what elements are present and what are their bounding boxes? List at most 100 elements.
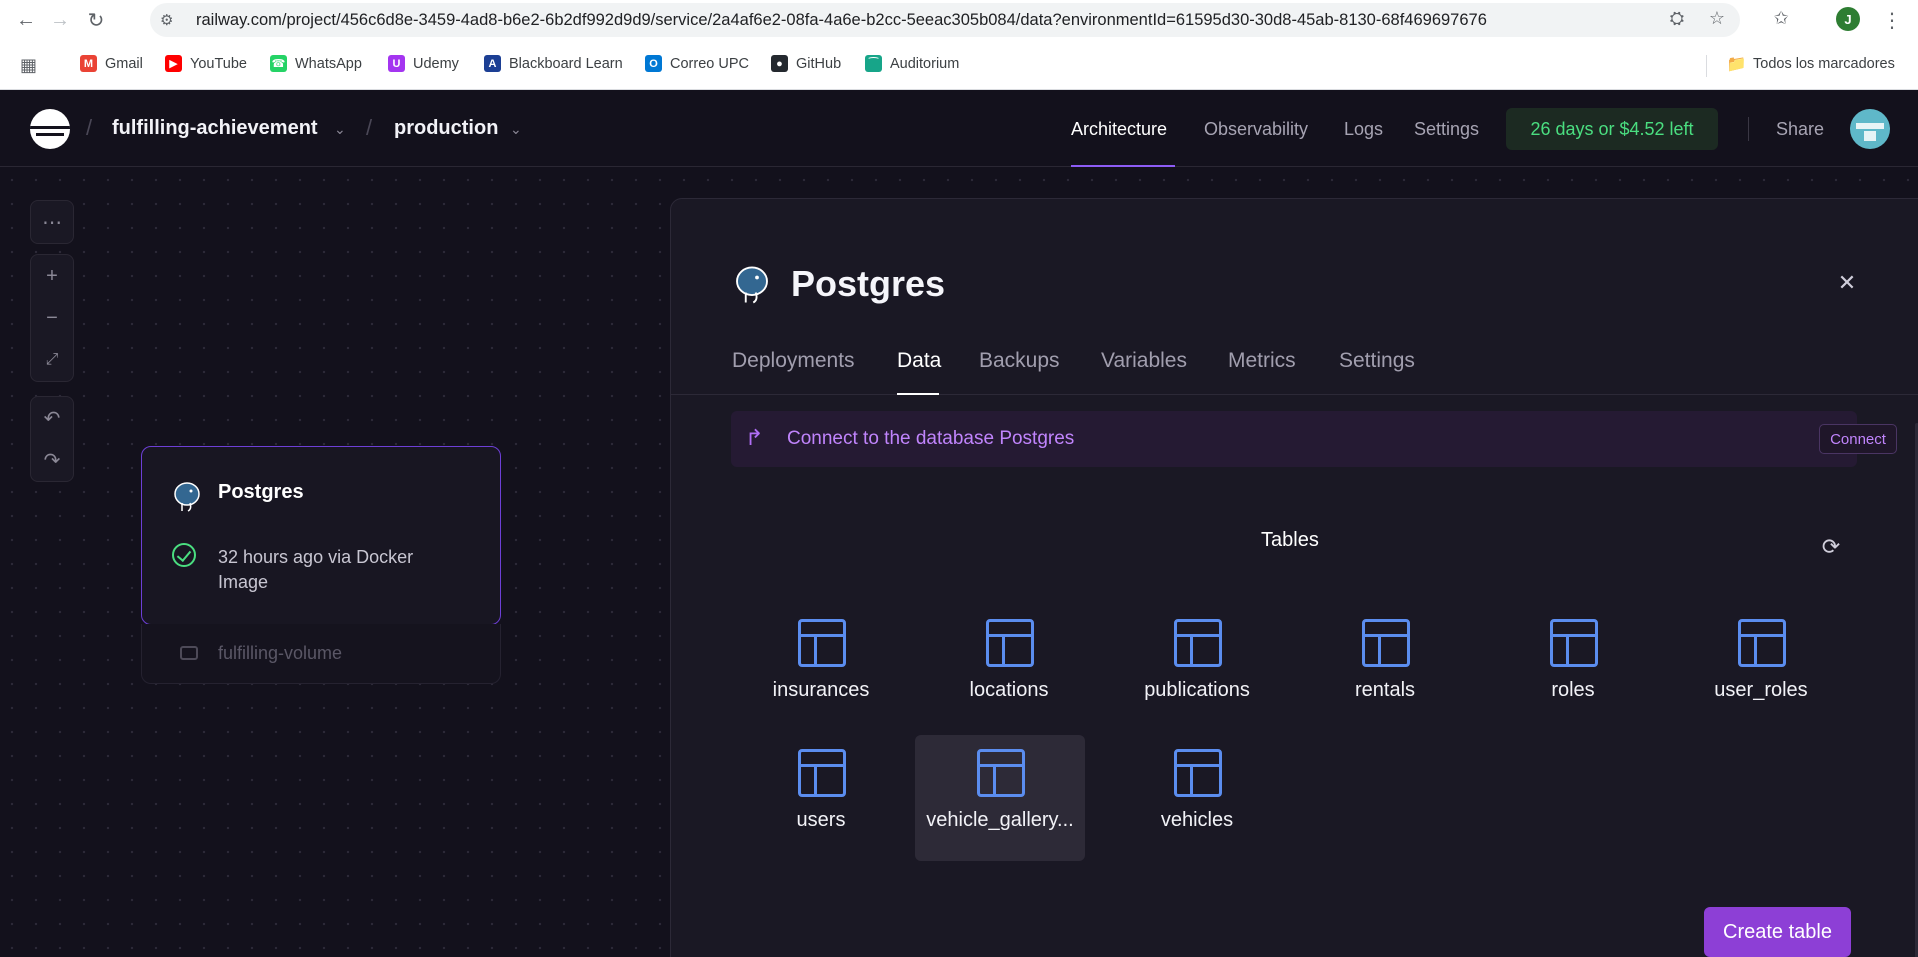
active-nav-indicator <box>1071 165 1175 167</box>
blackboard-icon: A <box>484 55 501 72</box>
chevron-down-icon[interactable]: ⌄ <box>510 121 522 138</box>
share-button[interactable]: Share <box>1776 119 1824 140</box>
table-item-publications[interactable]: publications <box>1112 605 1282 731</box>
railway-logo[interactable] <box>30 109 70 149</box>
connect-text: Connect to the database Postgres <box>787 428 1075 449</box>
volume-name: fulfilling-volume <box>218 643 343 663</box>
bookmark-blackboard-learn[interactable]: A Blackboard Learn <box>484 55 623 72</box>
nav-observability[interactable]: Observability <box>1204 119 1308 140</box>
bookmarks-bar: ▦ M Gmail ▶ YouTube ☎ WhatsApp U Udemy A Blackboa… <box>0 46 1918 84</box>
bookmark-star-icon[interactable]: ☆ <box>1706 7 1728 29</box>
environment-name[interactable]: production <box>394 117 498 140</box>
bookmark-youtube[interactable]: ▶ YouTube <box>165 55 247 72</box>
nav-architecture[interactable]: Architecture <box>1071 119 1167 140</box>
all-bookmarks[interactable]: 📁 Todos los marcadores <box>1727 55 1895 73</box>
table-icon <box>1550 619 1598 667</box>
url-text[interactable]: railway.com/project/456c6d8e-3459-4ad8-b… <box>196 11 1487 30</box>
table-item-insurances[interactable]: insurances <box>736 605 906 731</box>
breadcrumb-separator: / <box>366 115 373 140</box>
bookmark-auditorium[interactable]: ⁀ Auditorium <box>865 55 959 72</box>
table-name: publications <box>1144 679 1250 701</box>
refresh-icon[interactable]: ⟳ <box>1819 534 1843 559</box>
table-name: user_roles <box>1714 679 1808 701</box>
reading-list-icon[interactable]: ✩ <box>1770 7 1792 29</box>
bookmark-udemy[interactable]: U Udemy <box>388 55 459 72</box>
back-icon[interactable]: ← <box>12 6 40 34</box>
address-bar[interactable]: ⚙ railway.com/project/456c6d8e-3459-4ad8… <box>150 3 1740 37</box>
zoom-out-icon[interactable]: − <box>31 297 73 339</box>
tab-backups[interactable]: Backups <box>979 349 1060 373</box>
translate-icon[interactable]: ⛭ <box>1666 7 1688 29</box>
success-check-icon <box>172 543 196 567</box>
history-controls: ↶ ↷ <box>30 396 74 482</box>
table-icon <box>986 619 1034 667</box>
tables-heading: Tables <box>1261 529 1319 551</box>
close-icon[interactable]: ✕ <box>1835 270 1859 295</box>
bookmark-whatsapp[interactable]: ☎ WhatsApp <box>270 55 362 72</box>
gmail-icon: M <box>80 55 97 72</box>
trial-badge[interactable]: 26 days or $4.52 left <box>1506 108 1718 150</box>
service-card[interactable]: Postgres 32 hours ago via Docker Image <box>141 446 501 625</box>
all-bookmarks-label: Todos los marcadores <box>1753 55 1895 72</box>
create-table-button[interactable]: Create table <box>1704 907 1851 957</box>
profile-avatar[interactable]: J <box>1836 7 1860 31</box>
volume-card[interactable]: fulfilling-volume <box>141 624 501 684</box>
bookmark-label: Auditorium <box>890 55 960 72</box>
table-item-user-roles[interactable]: user_roles <box>1676 605 1846 731</box>
redo-icon[interactable]: ↷ <box>31 439 73 481</box>
project-name[interactable]: fulfilling-achievement <box>112 117 318 140</box>
table-item-locations[interactable]: locations <box>924 605 1094 731</box>
bookmark-label: Udemy <box>413 55 459 72</box>
table-item-vehicles[interactable]: vehicles <box>1112 735 1282 861</box>
table-item-users[interactable]: users <box>736 735 906 861</box>
outlook-icon: O <box>645 55 662 72</box>
site-info-icon[interactable]: ⚙ <box>160 11 178 29</box>
auditorium-icon: ⁀ <box>865 55 882 72</box>
user-avatar[interactable] <box>1850 109 1890 149</box>
table-icon <box>1174 619 1222 667</box>
drive-icon <box>180 646 198 660</box>
bookmark-label: GitHub <box>796 55 842 72</box>
tab-metrics[interactable]: Metrics <box>1228 349 1296 373</box>
browser-menu-icon[interactable]: ⋮ <box>1882 6 1902 34</box>
table-name: locations <box>969 679 1049 701</box>
apps-icon[interactable]: ▦ <box>20 55 37 76</box>
undo-icon[interactable]: ↶ <box>31 397 73 439</box>
breadcrumb-separator: / <box>86 115 93 140</box>
table-name: vehicle_gallery... <box>926 809 1074 831</box>
reload-icon[interactable]: ↻ <box>82 6 110 34</box>
bookmark-correo-upc[interactable]: O Correo UPC <box>645 55 749 72</box>
bookmark-label: YouTube <box>190 55 247 72</box>
header-divider <box>1748 117 1749 141</box>
table-item-vehicle-gallery[interactable]: vehicle_gallery... <box>915 735 1085 861</box>
active-tab-indicator <box>897 393 939 395</box>
table-icon <box>1362 619 1410 667</box>
github-icon: ● <box>771 55 788 72</box>
forward-icon[interactable]: → <box>46 6 74 34</box>
grid-menu-icon[interactable]: ⋯ <box>31 201 73 243</box>
bookmark-label: Correo UPC <box>670 55 749 72</box>
table-item-rentals[interactable]: rentals <box>1300 605 1470 731</box>
chevron-down-icon[interactable]: ⌄ <box>334 121 346 138</box>
nav-settings[interactable]: Settings <box>1414 119 1479 140</box>
tab-settings[interactable]: Settings <box>1339 349 1415 373</box>
table-icon <box>977 749 1025 797</box>
tab-data[interactable]: Data <box>897 349 941 373</box>
udemy-icon: U <box>388 55 405 72</box>
connect-button[interactable]: Connect <box>1819 424 1897 454</box>
table-name: vehicles <box>1160 809 1234 831</box>
postgres-icon <box>174 482 200 512</box>
bookmark-github[interactable]: ● GitHub <box>771 55 841 72</box>
zoom-in-icon[interactable]: + <box>31 255 73 297</box>
zoom-controls: + − ⤢ <box>30 254 74 382</box>
tab-variables[interactable]: Variables <box>1101 349 1187 373</box>
app-header: / fulfilling-achievement ⌄ / production … <box>0 91 1918 167</box>
service-panel: Postgres ✕ Deployments Data Backups Vari… <box>670 198 1918 957</box>
fit-view-icon[interactable]: ⤢ <box>31 339 73 381</box>
table-item-roles[interactable]: roles <box>1488 605 1658 731</box>
bookmark-gmail[interactable]: M Gmail <box>80 55 143 72</box>
tab-deployments[interactable]: Deployments <box>732 349 855 373</box>
table-name: users <box>796 809 846 831</box>
nav-logs[interactable]: Logs <box>1344 119 1383 140</box>
table-icon <box>798 749 846 797</box>
